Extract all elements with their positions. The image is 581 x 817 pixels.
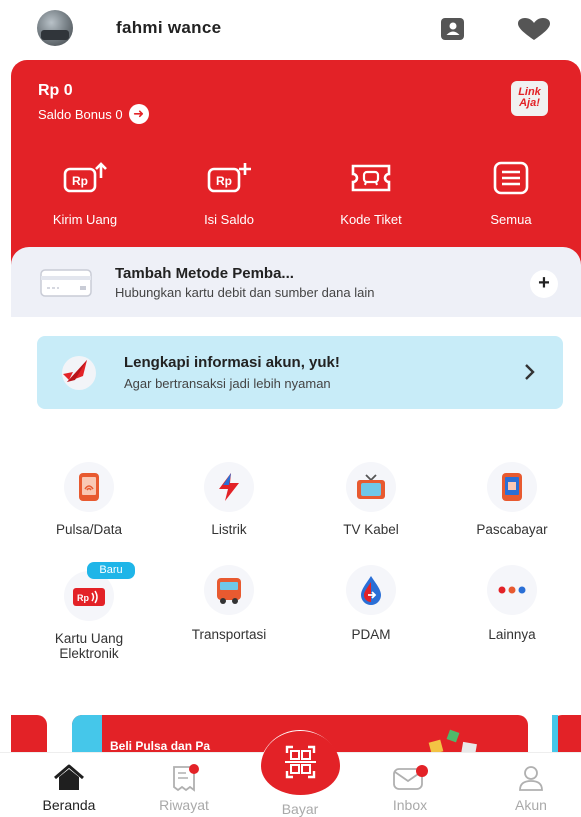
nav-bayar[interactable] (261, 731, 340, 795)
promo-text: Beli Pulsa dan Pa (110, 739, 211, 753)
payment-method-title: Tambah Metode Pemba... (115, 265, 294, 282)
nav-label: Inbox (392, 797, 428, 813)
plus-icon[interactable]: + (530, 270, 558, 298)
service-label: Kartu Uang Elektronik (54, 631, 124, 661)
quick-action-kode-tiket[interactable]: Kode Tiket (321, 160, 421, 227)
username: fahmi wance (116, 18, 222, 37)
nav-akun[interactable]: Akun (491, 763, 571, 813)
service-label: Lainnya (488, 627, 536, 642)
service-pulsa-data[interactable]: Pulsa/Data (29, 462, 149, 537)
user-icon (519, 766, 543, 791)
saldo-bonus[interactable]: Saldo Bonus 0 ➜ (38, 104, 149, 124)
credit-card-icon (40, 269, 92, 297)
postpaid-phone-icon (487, 462, 537, 512)
service-listrik[interactable]: Listrik (169, 462, 289, 537)
nav-label: Riwayat (159, 797, 209, 813)
complete-account-banner[interactable]: Lengkapi informasi akun, yuk! Agar bertr… (37, 336, 563, 409)
service-label: Transportasi (191, 627, 267, 642)
tv-icon (346, 462, 396, 512)
heart-icon[interactable] (516, 17, 552, 41)
quick-action-kirim-uang[interactable]: Rp Kirim Uang (35, 160, 135, 227)
ticket-code-icon (351, 164, 391, 192)
service-label: PDAM (351, 627, 391, 642)
more-dots-icon (487, 565, 537, 615)
service-kartu-uang-elektronik[interactable]: Rp Kartu Uang Elektronik (29, 571, 149, 661)
quick-action-label: Isi Saldo (204, 212, 254, 227)
avatar[interactable] (37, 10, 73, 46)
arrow-right-icon[interactable]: ➜ (128, 104, 149, 124)
svg-text:Rp: Rp (77, 593, 89, 603)
nav-beranda[interactable]: Beranda (29, 763, 109, 813)
payment-method-subtitle: Hubungkan kartu debit dan sumber dana la… (115, 285, 375, 300)
contacts-icon[interactable] (440, 17, 466, 41)
mail-icon (393, 765, 428, 790)
service-label: Listrik (211, 522, 247, 537)
quick-action-label: Kirim Uang (52, 212, 118, 227)
banner-title: Lengkapi informasi akun, yuk! (124, 354, 340, 371)
service-transportasi[interactable]: Transportasi (169, 565, 289, 642)
balance-amount: Rp 0 (38, 82, 73, 99)
service-label: Pascabayar (476, 522, 548, 537)
lightning-icon (204, 462, 254, 512)
send-money-icon: Rp (63, 162, 107, 193)
qr-scan-icon (285, 745, 316, 779)
linkaja-logo: Link Aja! (511, 81, 548, 116)
phone-signal-icon (64, 462, 114, 512)
bus-icon (204, 565, 254, 615)
quick-action-isi-saldo[interactable]: Rp Isi Saldo (179, 160, 279, 227)
nav-riwayat[interactable]: Riwayat (144, 763, 224, 813)
saldo-bonus-label: Saldo Bonus 0 (38, 106, 123, 122)
add-payment-method-card[interactable]: Tambah Metode Pemba... Hubungkan kartu d… (11, 247, 581, 317)
service-label: TV Kabel (343, 522, 399, 537)
home-icon (54, 764, 84, 790)
service-pdam[interactable]: PDAM (311, 565, 431, 642)
receipt-icon (173, 764, 199, 792)
water-drop-icon (346, 565, 396, 615)
chevron-right-icon[interactable] (523, 362, 537, 382)
service-tv-kabel[interactable]: TV Kabel (311, 462, 431, 537)
svg-text:Rp: Rp (216, 174, 232, 188)
balance-card: Rp 0 Saldo Bonus 0 ➜ Link Aja! Rp Kirim … (11, 60, 581, 275)
nav-label: Akun (515, 797, 547, 813)
service-pascabayar[interactable]: Pascabayar (452, 462, 572, 537)
service-lainnya[interactable]: Lainnya (452, 565, 572, 642)
all-menu-icon (493, 161, 529, 195)
quick-action-semua[interactable]: Semua (461, 160, 561, 227)
new-badge: Baru (87, 562, 135, 579)
rocket-icon (62, 356, 96, 390)
nav-label: Beranda (42, 797, 96, 813)
svg-text:Rp: Rp (72, 174, 88, 188)
service-label: Pulsa/Data (55, 522, 123, 537)
quick-action-label: Semua (490, 212, 532, 227)
top-up-icon: Rp (207, 163, 251, 193)
banner-subtitle: Agar bertransaksi jadi lebih nyaman (124, 376, 331, 391)
nav-inbox[interactable]: Inbox (370, 763, 450, 813)
top-header: fahmi wance (0, 0, 581, 58)
quick-action-label: Kode Tiket (340, 212, 402, 227)
